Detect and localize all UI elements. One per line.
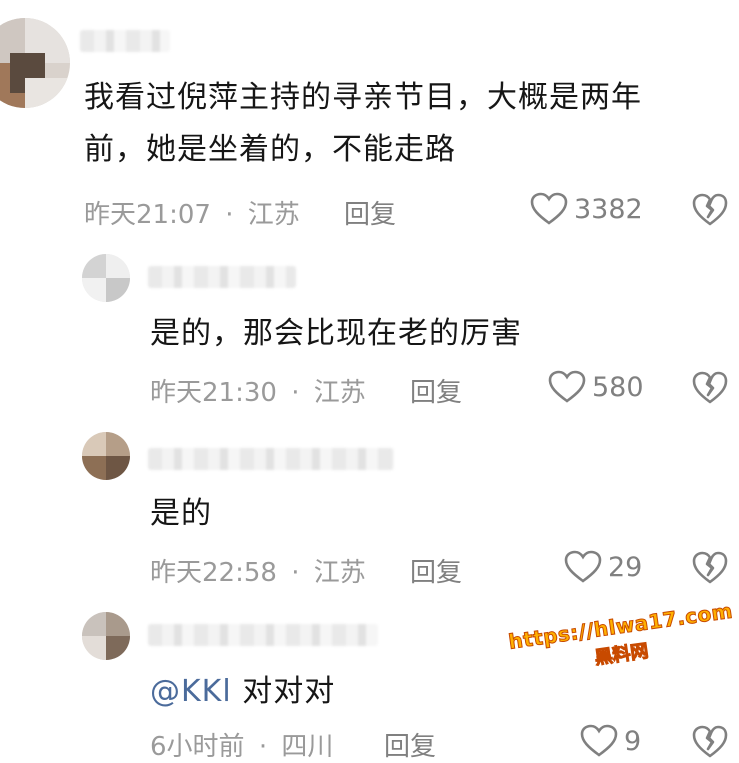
avatar[interactable] xyxy=(82,432,130,480)
separator: · xyxy=(291,378,300,408)
comment-text: 是的 xyxy=(150,496,212,531)
like-button[interactable]: 3382 xyxy=(530,192,643,226)
comment-meta: 6小时前 · 四川 xyxy=(150,726,333,763)
separator: · xyxy=(225,200,234,230)
like-button[interactable]: 29 xyxy=(564,550,642,584)
reply-button[interactable]: 回复 xyxy=(410,372,462,409)
heart-icon xyxy=(548,370,586,404)
comment-meta: 昨天21:07 · 江苏 xyxy=(84,194,300,231)
comment-location: 四川 xyxy=(281,732,334,762)
comment-meta: 昨天22:58 · 江苏 xyxy=(150,552,366,589)
mention-link[interactable]: @KKl xyxy=(150,674,232,709)
like-count: 29 xyxy=(608,551,643,583)
reply-button[interactable]: 回复 xyxy=(384,726,436,763)
separator: · xyxy=(291,558,300,588)
broken-heart-icon xyxy=(692,551,728,585)
like-button[interactable]: 580 xyxy=(548,370,644,404)
reply-button[interactable]: 回复 xyxy=(344,194,396,231)
like-button[interactable]: 9 xyxy=(580,724,641,758)
like-count: 580 xyxy=(592,371,644,403)
comment-location: 江苏 xyxy=(247,200,300,230)
broken-heart-icon xyxy=(692,371,728,405)
dislike-button[interactable] xyxy=(692,371,728,405)
comment-location: 江苏 xyxy=(313,378,366,408)
avatar[interactable] xyxy=(0,18,70,108)
like-count: 9 xyxy=(624,725,642,757)
dislike-button[interactable] xyxy=(692,551,728,585)
heart-icon xyxy=(530,192,568,226)
comment-text: 我看过倪萍主持的寻亲节目，大概是两年 前，她是坐着的，不能走路 xyxy=(84,80,642,167)
username-blurred[interactable] xyxy=(80,30,170,52)
broken-heart-icon xyxy=(692,725,728,759)
heart-icon xyxy=(580,724,618,758)
broken-heart-icon xyxy=(692,193,728,227)
dislike-button[interactable] xyxy=(692,193,728,227)
comment-time: 昨天21:30 xyxy=(150,378,277,408)
avatar[interactable] xyxy=(82,254,130,302)
reply-button[interactable]: 回复 xyxy=(410,552,462,589)
username-blurred[interactable] xyxy=(148,266,296,288)
comment-time: 6小时前 xyxy=(150,732,245,762)
comment-time: 昨天21:07 xyxy=(84,200,211,230)
username-blurred[interactable] xyxy=(148,448,394,470)
comment-time: 昨天22:58 xyxy=(150,558,277,588)
comment-item: 我看过倪萍主持的寻亲节目，大概是两年 前，她是坐着的，不能走路 昨天21:07 … xyxy=(0,0,739,240)
comment-text: 是的，那会比现在老的厉害 xyxy=(150,316,522,351)
heart-icon xyxy=(564,550,602,584)
avatar[interactable] xyxy=(82,612,130,660)
reply-item: 是的，那会比现在老的厉害 昨天21:30 · 江苏 回复 580 xyxy=(0,240,739,420)
separator: · xyxy=(258,732,268,762)
reply-item: 是的 昨天22:58 · 江苏 回复 29 xyxy=(0,420,739,600)
comment-text: @KKl 对对对 xyxy=(150,674,336,709)
comment-location: 江苏 xyxy=(313,558,366,588)
dislike-button[interactable] xyxy=(692,725,728,759)
username-blurred[interactable] xyxy=(148,624,378,646)
like-count: 3382 xyxy=(574,193,643,225)
comment-meta: 昨天21:30 · 江苏 xyxy=(150,372,366,409)
